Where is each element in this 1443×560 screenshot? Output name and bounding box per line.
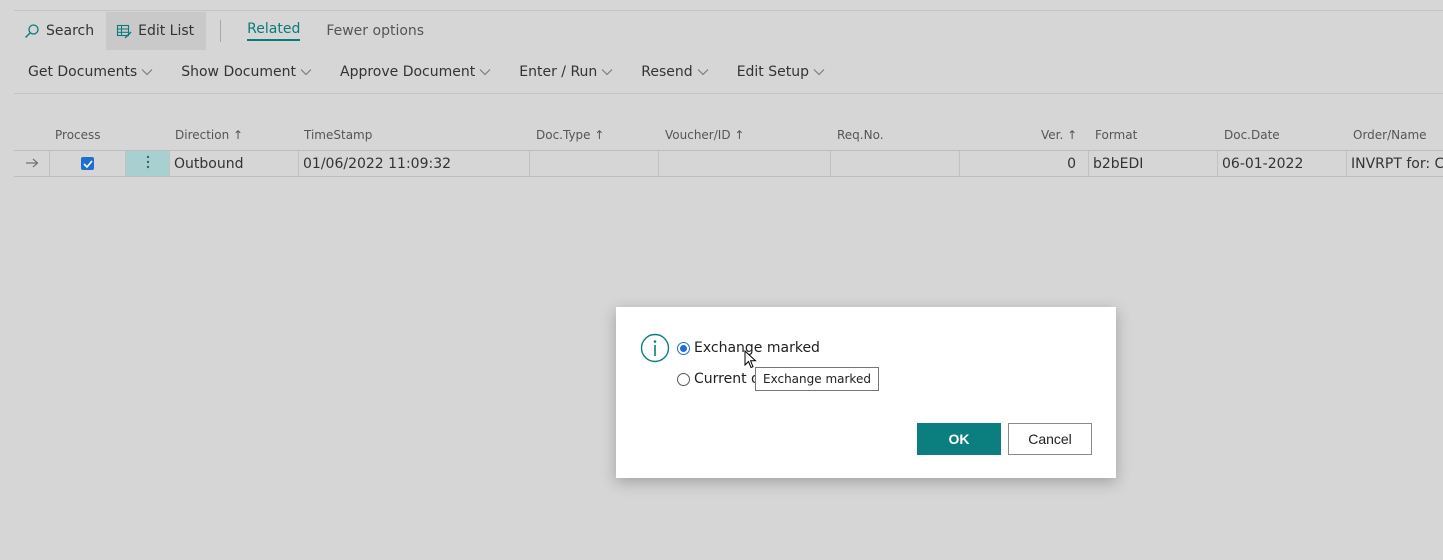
doc-date-cell[interactable]: 06-01-2022	[1218, 151, 1347, 176]
direction-cell[interactable]: Outbound	[170, 151, 299, 176]
menu-label: Resend	[641, 64, 693, 80]
col-doc-date[interactable]: Doc.Date	[1224, 128, 1280, 142]
edit-list-button[interactable]: Edit List	[106, 12, 207, 50]
top-divider	[14, 10, 1443, 11]
chevron-down-icon	[601, 68, 613, 76]
table-row[interactable]: Outbound 01/06/2022 11:09:32 0 b2bEDI 06…	[14, 150, 1443, 177]
col-label: Direction	[175, 128, 230, 142]
doc-type-cell[interactable]	[530, 151, 659, 176]
menu-label: Approve Document	[340, 64, 476, 80]
col-direction[interactable]: Direction ↑	[175, 128, 243, 142]
col-order-name[interactable]: Order/Name	[1353, 128, 1427, 142]
search-label: Search	[46, 23, 95, 39]
col-voucher-id[interactable]: Voucher/ID ↑	[665, 128, 744, 142]
chevron-down-icon	[697, 68, 709, 76]
more-vertical-icon	[146, 155, 150, 173]
format-cell[interactable]: b2bEDI	[1089, 151, 1218, 176]
order-name-cell[interactable]: INVRPT for: C00	[1347, 151, 1443, 176]
menu-label: Edit Setup	[736, 64, 809, 80]
process-checkbox[interactable]	[81, 157, 94, 170]
process-cell[interactable]	[50, 151, 126, 176]
ok-button[interactable]: OK	[917, 423, 1001, 455]
col-doc-type[interactable]: Doc.Type ↑	[536, 128, 604, 142]
action-bar: Search Edit List Related Fewer options	[14, 12, 1443, 50]
chevron-down-icon	[813, 68, 825, 76]
chevron-down-icon	[479, 68, 491, 76]
chevron-down-icon	[300, 68, 312, 76]
col-process[interactable]: Process	[55, 128, 101, 142]
info-icon	[640, 333, 670, 367]
menu-label: Enter / Run	[519, 64, 598, 80]
col-label: Doc.Type	[536, 128, 591, 142]
ver-cell[interactable]: 0	[960, 151, 1089, 176]
menu-show-document[interactable]: Show Document	[167, 56, 326, 88]
cancel-button[interactable]: Cancel	[1008, 423, 1092, 455]
menu-resend[interactable]: Resend	[627, 56, 722, 88]
edit-list-icon	[116, 23, 132, 39]
search-icon	[24, 23, 40, 39]
menu-bar: Get Documents Show Document Approve Docu…	[14, 56, 839, 88]
exchange-dialog: Exchange marked Current or Exchange mark…	[616, 307, 1116, 478]
menu-approve-document[interactable]: Approve Document	[326, 56, 505, 88]
tab-related[interactable]: Related	[247, 21, 301, 41]
sort-up-icon: ↑	[594, 128, 605, 142]
timestamp-cell[interactable]: 01/06/2022 11:09:32	[299, 151, 530, 176]
radio-exchange-marked[interactable]	[677, 341, 690, 355]
sort-up-icon: ↑	[1067, 128, 1078, 142]
arrow-right-icon	[25, 156, 39, 172]
edit-list-label: Edit List	[138, 23, 195, 39]
req-no-cell[interactable]	[831, 151, 960, 176]
tooltip: Exchange marked	[755, 367, 879, 391]
col-timestamp[interactable]: TimeStamp	[304, 128, 372, 142]
col-req-no[interactable]: Req.No.	[837, 128, 884, 142]
menu-edit-setup[interactable]: Edit Setup	[723, 56, 839, 88]
sort-up-icon: ↑	[233, 128, 244, 142]
action-separator	[220, 20, 222, 42]
row-actions-button[interactable]	[126, 151, 170, 176]
radio-current[interactable]	[677, 372, 690, 386]
menu-label: Get Documents	[28, 64, 138, 80]
col-format[interactable]: Format	[1095, 128, 1137, 142]
voucher-id-cell[interactable]	[659, 151, 831, 176]
grid-header: Process Direction ↑ TimeStamp Doc.Type ↑…	[14, 122, 1443, 148]
mouse-pointer-icon	[744, 349, 758, 374]
menu-get-documents[interactable]: Get Documents	[14, 56, 167, 88]
sort-up-icon: ↑	[734, 128, 745, 142]
row-indicator[interactable]	[14, 151, 50, 176]
col-label: Voucher/ID	[665, 128, 731, 142]
menu-label: Show Document	[181, 64, 296, 80]
search-button[interactable]: Search	[14, 12, 106, 50]
fewer-options-button[interactable]: Fewer options	[326, 23, 424, 39]
col-label: Ver.	[1041, 128, 1064, 142]
menu-divider	[14, 93, 1443, 94]
chevron-down-icon	[141, 68, 153, 76]
menu-enter-run[interactable]: Enter / Run	[505, 56, 627, 88]
col-ver[interactable]: Ver. ↑	[1041, 128, 1077, 142]
